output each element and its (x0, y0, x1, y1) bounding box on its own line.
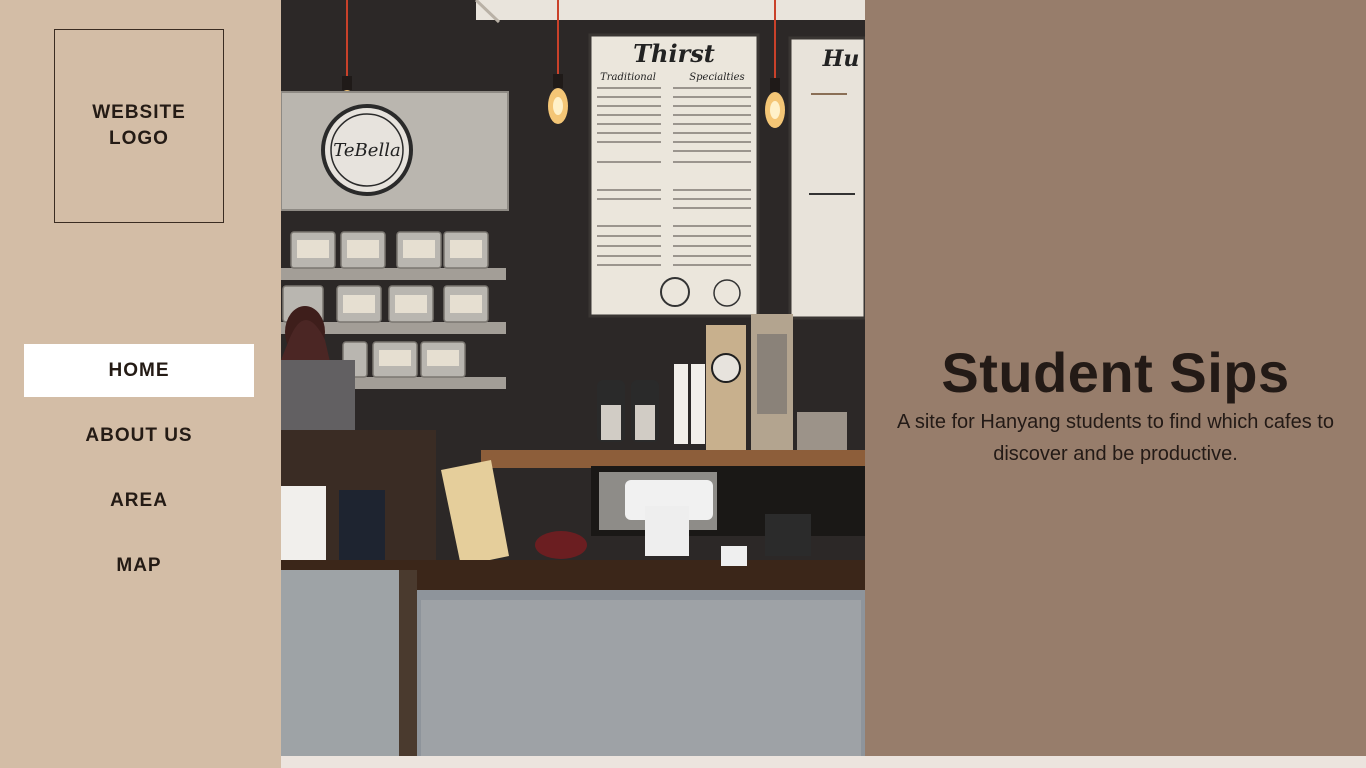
bottom-strip (281, 756, 1366, 768)
main-nav: HOME ABOUT US AREA MAP (24, 344, 254, 604)
site-title: Student Sips (941, 340, 1290, 404)
site-subtitle: A site for Hanyang students to find whic… (897, 411, 1334, 465)
sidebar: WEBSITE LOGO HOME ABOUT US AREA MAP (0, 0, 281, 768)
logo-line-1: WEBSITE (92, 102, 186, 123)
nav-item-map[interactable]: MAP (24, 539, 254, 592)
menu-left-heading: Traditional (600, 72, 656, 83)
cafe-photo: TeBella Thirst Traditional Specialties H… (281, 0, 865, 756)
logo-line-2: LOGO (109, 128, 169, 149)
menu-board-title: Thirst (633, 39, 715, 68)
nav-item-home[interactable]: HOME (24, 344, 254, 397)
hero-panel: Student Sips A site for Hanyang students… (865, 0, 1366, 756)
nav-item-area[interactable]: AREA (24, 474, 254, 527)
menu-right-heading: Specialties (689, 72, 744, 83)
page: WEBSITE LOGO HOME ABOUT US AREA MAP TeBe… (0, 0, 1366, 768)
menu-board-2-title: Hu (822, 46, 860, 72)
cafe-sign-text: TeBella (333, 140, 400, 161)
nav-item-about-us[interactable]: ABOUT US (24, 409, 254, 462)
website-logo[interactable]: WEBSITE LOGO (54, 29, 224, 223)
